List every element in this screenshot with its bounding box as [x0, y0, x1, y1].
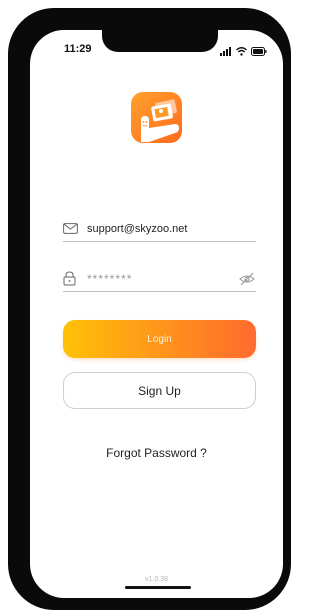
- home-indicator: [125, 586, 191, 589]
- eye-off-icon[interactable]: [238, 270, 256, 288]
- notch: [102, 30, 218, 52]
- battery-icon: [251, 43, 267, 61]
- password-field[interactable]: ********: [63, 266, 256, 292]
- app-screen: 11:29 support@skyzoo.net ******** Login …: [30, 30, 283, 598]
- cellular-signal-icon: [220, 43, 232, 61]
- email-field[interactable]: support@skyzoo.net: [63, 216, 256, 242]
- lock-icon: [63, 270, 81, 288]
- login-button[interactable]: Login: [63, 320, 256, 358]
- password-value: ********: [87, 271, 133, 286]
- email-value: support@skyzoo.net: [87, 222, 188, 235]
- mail-icon: [63, 220, 81, 238]
- version-label: v1.0.38: [145, 576, 168, 583]
- app-logo-photos-hand-icon: [141, 99, 179, 142]
- status-time: 11:29: [64, 43, 92, 55]
- sign-up-button[interactable]: Sign Up: [63, 372, 256, 409]
- app-logo: [131, 92, 182, 143]
- wifi-icon: [236, 43, 247, 61]
- forgot-password-link[interactable]: Forgot Password ?: [30, 446, 283, 460]
- status-icons: [220, 43, 267, 61]
- phone-frame: 11:29 support@skyzoo.net ******** Login …: [8, 8, 291, 610]
